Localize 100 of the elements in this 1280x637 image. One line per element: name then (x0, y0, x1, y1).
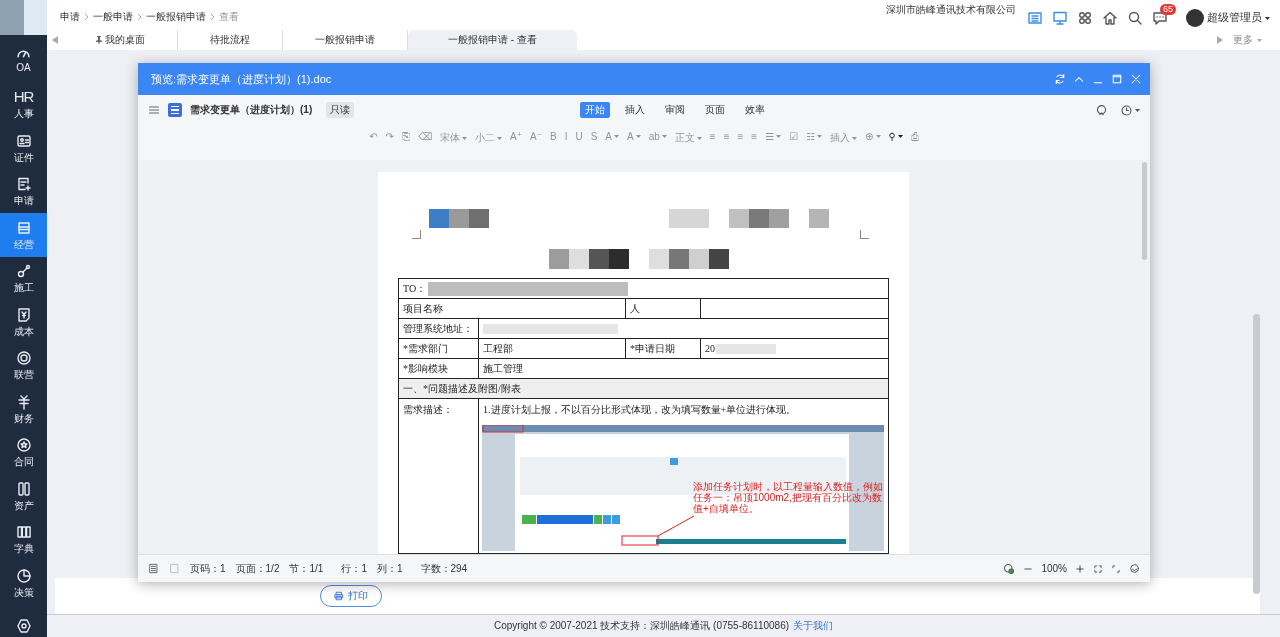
status-text: 行：1 (341, 561, 367, 576)
caret-icon (497, 136, 503, 140)
tab[interactable]: 一般报销申请 - 查看 (408, 30, 577, 50)
caret-icon (1265, 16, 1270, 20)
avatar[interactable] (1186, 9, 1204, 27)
sidebar-item[interactable]: 决策 (0, 561, 47, 605)
history-menu[interactable] (1120, 103, 1140, 117)
id-card-icon (15, 132, 32, 149)
status-text: 字数：294 (420, 561, 468, 576)
chat-icon[interactable] (1151, 10, 1168, 26)
monitor-icon[interactable] (1051, 10, 1068, 26)
table-cell: 管理系统地址： (403, 322, 473, 334)
sidebar-label: 成本 (13, 325, 34, 337)
hr-icon: HR (13, 89, 34, 106)
close-icon[interactable] (1130, 73, 1142, 85)
caret-icon (614, 135, 620, 138)
caret-icon (852, 136, 858, 140)
description-text: 1.进度计划上报，不以百分比形式体现，改为填写数量+单位进行体现。 (483, 404, 797, 415)
document-icon (168, 103, 182, 117)
sidebar-item[interactable]: 施工 (0, 256, 47, 300)
status-icon (1003, 562, 1016, 575)
sidebar-label: 申请 (13, 195, 34, 207)
table-cell: 需求描述： (403, 404, 453, 415)
caret-icon (817, 135, 823, 138)
help-icon[interactable] (1129, 563, 1140, 574)
dialog-title: 预览:需求变更单（进度计划）(1).doc (151, 71, 332, 87)
scroll-right-icon[interactable] (1217, 36, 1223, 44)
refresh-icon[interactable] (1054, 73, 1066, 85)
ribbon-tab[interactable]: 效率 (740, 102, 771, 118)
settings-icon (15, 618, 32, 635)
breadcrumb-item[interactable]: 一般申请 (93, 10, 133, 24)
user-menu[interactable]: 超级管理员 (1207, 11, 1270, 25)
more-menu[interactable]: 更多 (1233, 33, 1262, 47)
menu-icon[interactable] (148, 104, 160, 116)
breadcrumb-item[interactable]: 申请 (60, 10, 80, 24)
sidebar-item[interactable]: 字典 (0, 517, 47, 561)
clock-icon (1120, 103, 1133, 117)
toolbar-button[interactable]: ⚲ (888, 131, 903, 142)
table-cell: 一、*问题描述及附图/附表 (403, 382, 521, 394)
table-cell: 工程部 (483, 342, 513, 354)
status-text: 页面：1/2 (235, 561, 280, 576)
yen-icon (15, 393, 32, 410)
logo (0, 0, 47, 35)
sidebar-item[interactable]: 合同 (0, 430, 47, 474)
status-text: 页码：1 (190, 561, 226, 576)
zoom-in-icon[interactable] (1075, 563, 1085, 574)
caret-icon (635, 135, 641, 138)
annotation-text: 添加任务计划时，以工程量输入数值，例如任务一：吊顶1000m2,把现有百分比改为数值+自填单位。 (693, 481, 883, 514)
ribbon-tab[interactable]: 插入 (620, 102, 651, 118)
scrollbar[interactable] (1142, 162, 1147, 260)
sidebar-item[interactable]: 申请 (0, 169, 47, 213)
breadcrumb-item[interactable]: 一般报销申请 (146, 10, 206, 24)
status-text: 节：1/1 (289, 561, 324, 576)
table-cell: *申请日期 (630, 342, 675, 354)
scroll-left-icon[interactable] (52, 36, 58, 44)
caret-icon (1257, 38, 1262, 42)
sidebar-item[interactable]: 证件 (0, 126, 47, 170)
list-icon[interactable] (1026, 10, 1043, 26)
sidebar-item[interactable]: 财务 (0, 387, 47, 431)
sidebar-item[interactable]: OA (0, 39, 47, 83)
maximize-icon[interactable] (1111, 73, 1123, 85)
asset-icon (15, 480, 32, 497)
ribbon-tab[interactable]: 页面 (700, 102, 731, 118)
award-icon[interactable] (1095, 103, 1108, 117)
ring-icon (15, 350, 32, 367)
fullscreen-icon[interactable] (1111, 563, 1121, 574)
gauge-icon (17, 48, 30, 59)
sidebar-item[interactable]: 经营 (0, 213, 47, 257)
table-cell: 20 (705, 343, 715, 354)
caret-icon (1135, 108, 1140, 112)
table-cell: 人 (630, 302, 640, 314)
readonly-tag: 只读 (326, 102, 355, 118)
company-name: 深圳市皓峰通讯技术有限公司 (886, 3, 1016, 17)
about-link[interactable]: 关于我们 (793, 619, 834, 633)
print-button[interactable]: 打印 (320, 585, 382, 607)
zoom-level: 100% (1041, 563, 1067, 574)
sidebar-label: 合同 (13, 456, 34, 468)
sidebar-label: 联营 (13, 369, 34, 381)
printer-icon (334, 591, 344, 601)
copyright-text: Copyright © 2007-2021 技术支持：深圳皓峰通讯 (0755-86110086) (493, 619, 790, 633)
sidebar-item[interactable]: HR 人事 (0, 82, 47, 126)
caret-icon (776, 135, 782, 138)
scrollbar[interactable] (1253, 314, 1260, 594)
page-view-icon[interactable] (148, 563, 159, 574)
sidebar-label: 施工 (13, 282, 34, 294)
sidebar-item[interactable]: 联营 (0, 343, 47, 387)
table-cell: *需求部门 (403, 342, 448, 354)
table-cell: 施工管理 (483, 362, 523, 374)
sidebar-label: 财务 (13, 412, 34, 424)
sidebar-item[interactable]: 成本 (0, 300, 47, 344)
search-icon[interactable] (1126, 10, 1143, 26)
caret-icon (875, 135, 881, 138)
home-icon[interactable] (1101, 10, 1118, 26)
ribbon-tab[interactable]: 开始 (580, 102, 611, 118)
fit-icon[interactable] (1093, 563, 1103, 574)
sidebar-item[interactable]: 资产 (0, 474, 47, 518)
apps-icon[interactable] (1076, 10, 1093, 26)
ribbon-tab[interactable]: 审阅 (660, 102, 691, 118)
chevron-right-icon (211, 14, 214, 20)
redaction-block (716, 343, 776, 354)
